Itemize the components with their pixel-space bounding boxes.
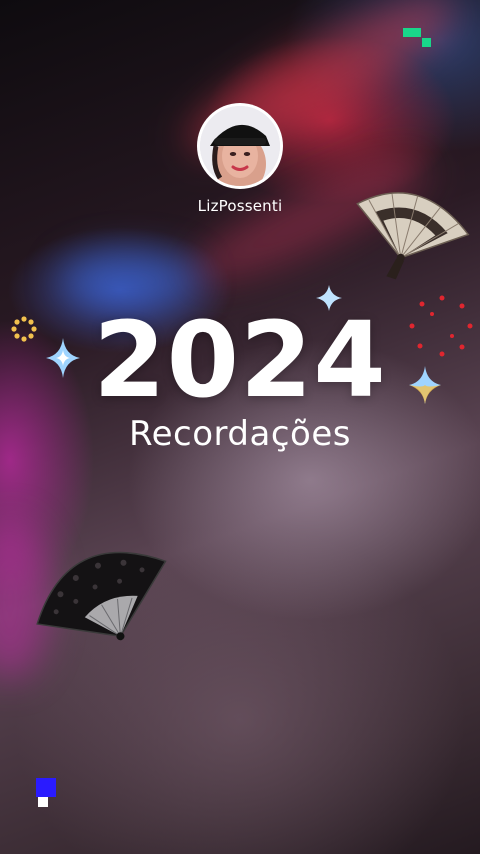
hand-fan-black-icon xyxy=(25,540,180,660)
story-screen: LizPossenti 2024 Recordações xyxy=(0,0,480,854)
pixel-decoration-bottom xyxy=(36,778,56,808)
recap-year: 2024 xyxy=(93,299,387,421)
recap-title: Recordações xyxy=(129,414,351,454)
hand-fan-beige-icon xyxy=(330,180,480,290)
avatar-image xyxy=(200,106,280,186)
profile-avatar[interactable] xyxy=(197,103,283,189)
pixel-decoration-top xyxy=(403,28,433,48)
